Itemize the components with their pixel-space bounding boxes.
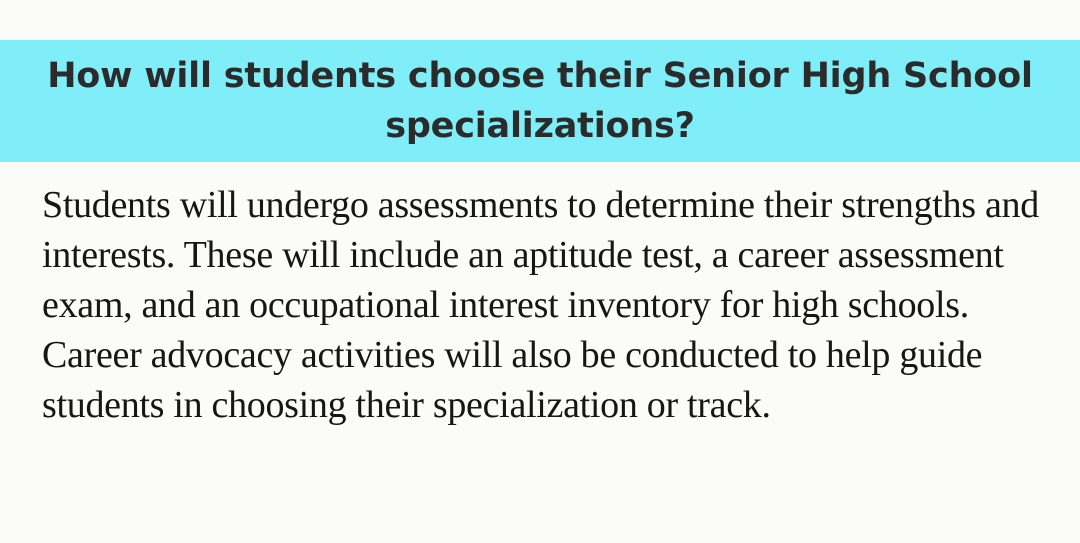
slide: How will students choose their Senior Hi… bbox=[0, 0, 1080, 543]
answer-paragraph: Students will undergo assessments to det… bbox=[42, 184, 1039, 426]
heading-banner: How will students choose their Senior Hi… bbox=[0, 40, 1080, 162]
page-title: How will students choose their Senior Hi… bbox=[47, 56, 1033, 146]
